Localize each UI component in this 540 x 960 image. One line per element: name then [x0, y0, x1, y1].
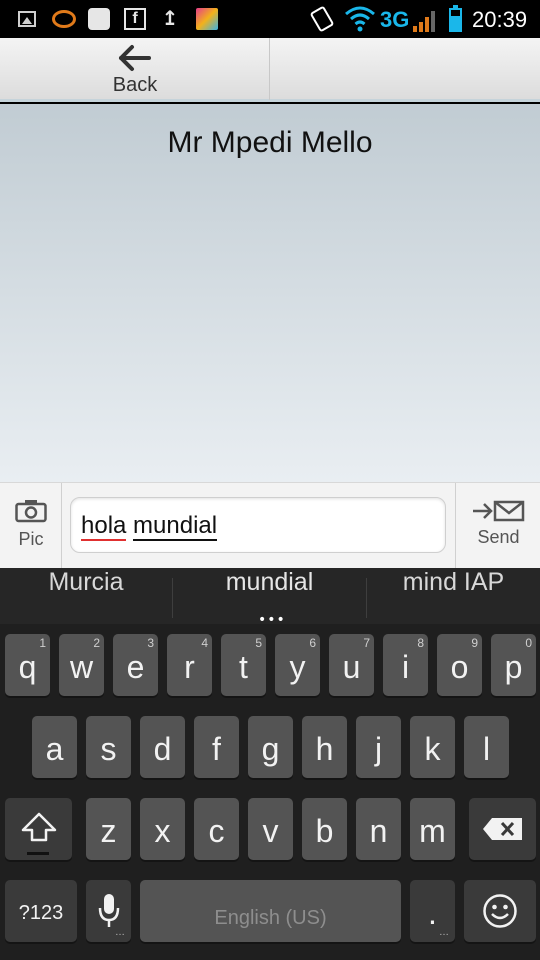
key-b[interactable]: b [302, 798, 347, 860]
game-notification-icon [196, 8, 218, 30]
suggestion-right[interactable]: mind IAP [367, 568, 540, 624]
voice-input-key[interactable]: … [86, 880, 131, 942]
smiley-icon [483, 894, 517, 928]
emoji-key[interactable] [464, 880, 536, 942]
shift-icon [21, 812, 57, 842]
message-input[interactable]: hola mundial [70, 497, 446, 553]
microphone-icon [98, 894, 120, 927]
key-h[interactable]: h [302, 716, 347, 778]
wifi-icon [345, 6, 375, 32]
message-word-composing: mundial [133, 512, 218, 541]
send-mail-icon [473, 500, 525, 522]
status-bar: f ↥ 3G 20:39 [0, 0, 540, 38]
symbols-key[interactable]: ?123 [5, 880, 77, 942]
message-text: hola mundial [81, 512, 218, 541]
message-word-misspelled: hola [81, 512, 127, 541]
key-q[interactable]: q1 [5, 634, 50, 696]
pic-button[interactable]: Pic [0, 483, 62, 569]
contact-name: Mr Mpedi Mello [167, 126, 373, 159]
compose-bar: Pic hola mundial Send [0, 482, 540, 569]
back-button[interactable]: Back [0, 38, 270, 100]
clock: 20:39 [472, 7, 528, 32]
header-empty-area [271, 38, 540, 100]
backspace-key[interactable] [469, 798, 536, 860]
key-l[interactable]: l [464, 716, 509, 778]
key-p[interactable]: p0 [491, 634, 536, 696]
gallery-notification-icon [18, 11, 36, 27]
key-f[interactable]: f [194, 716, 239, 778]
key-e[interactable]: e3 [113, 634, 158, 696]
more-suggestions-icon: ••• [258, 612, 286, 628]
key-s[interactable]: s [86, 716, 131, 778]
key-w[interactable]: w2 [59, 634, 104, 696]
more-options-dots: … [115, 927, 125, 938]
action-bar: Back [0, 38, 540, 102]
pic-label: Pic [18, 529, 44, 549]
key-c[interactable]: c [194, 798, 239, 860]
key-d[interactable]: d [140, 716, 185, 778]
key-y[interactable]: y6 [275, 634, 320, 696]
back-label: Back [112, 74, 158, 96]
soft-keyboard: Murcia mundial mind IAP ••• q1 w2 e3 r4 … [0, 568, 540, 960]
period-key[interactable]: . … [410, 880, 455, 942]
key-o[interactable]: o9 [437, 634, 482, 696]
space-key[interactable]: English (US) [140, 880, 401, 942]
messenger-notification-icon [88, 8, 110, 30]
send-label: Send [477, 527, 520, 547]
shift-key[interactable] [5, 798, 72, 860]
network-type: 3G [380, 7, 410, 32]
more-punctuation-dots: … [439, 927, 449, 938]
facebook-notification-icon: f [124, 8, 146, 30]
send-button[interactable]: Send [455, 483, 540, 569]
key-g[interactable]: g [248, 716, 293, 778]
key-k[interactable]: k [410, 716, 455, 778]
camera-icon [15, 500, 47, 523]
key-v[interactable]: v [248, 798, 293, 860]
signal-icon [413, 11, 435, 32]
backspace-icon [483, 818, 522, 840]
key-i[interactable]: i8 [383, 634, 428, 696]
conversation-area[interactable]: Mr Mpedi Mello [0, 104, 540, 482]
suggestion-left[interactable]: Murcia [0, 568, 172, 624]
key-z[interactable]: z [86, 798, 131, 860]
back-arrow-icon [119, 45, 151, 71]
key-j[interactable]: j [356, 716, 401, 778]
shift-indicator [27, 852, 49, 855]
key-t[interactable]: t5 [221, 634, 266, 696]
upload-notification-icon: ↥ [161, 6, 179, 30]
suggestion-strip: Murcia mundial mind IAP ••• [0, 568, 540, 628]
app-notification-icon [52, 10, 76, 28]
key-a[interactable]: a [32, 716, 77, 778]
key-r[interactable]: r4 [167, 634, 212, 696]
rotation-icon [309, 5, 335, 33]
space-language-label: English (US) [214, 907, 327, 929]
key-m[interactable]: m [410, 798, 455, 860]
key-x[interactable]: x [140, 798, 185, 860]
key-n[interactable]: n [356, 798, 401, 860]
battery-icon [449, 5, 462, 32]
key-u[interactable]: u7 [329, 634, 374, 696]
